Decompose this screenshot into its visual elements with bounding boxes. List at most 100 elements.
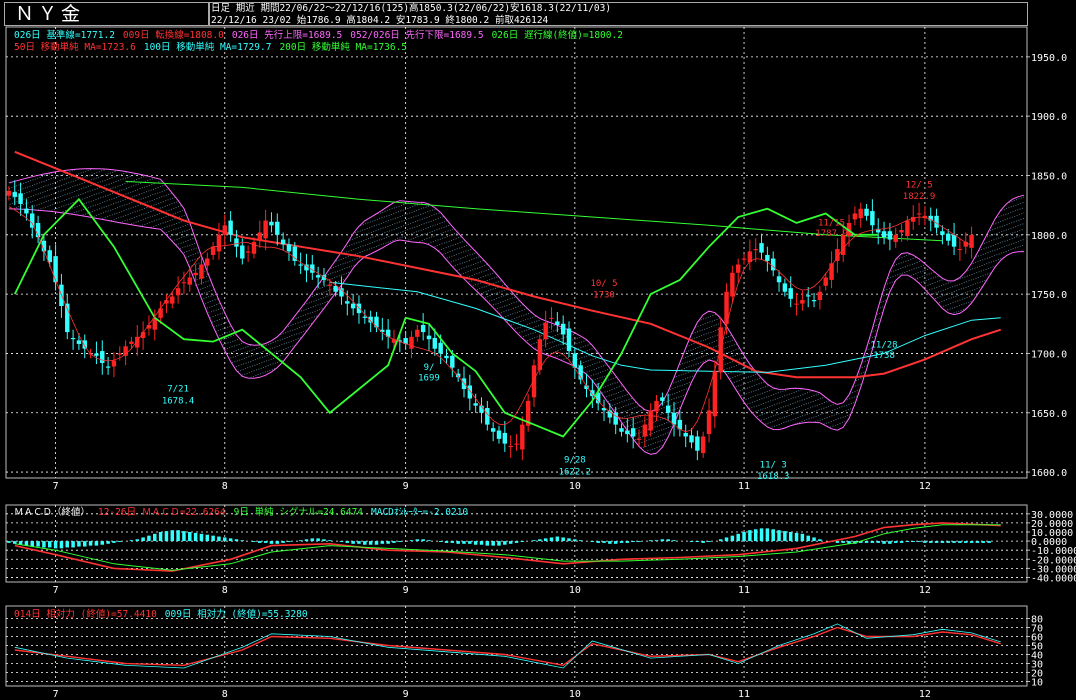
ichimoku-legend-item: 026日 基準線=1771.2 [14, 29, 115, 41]
candle-body [269, 221, 274, 226]
candle-body [800, 300, 805, 304]
candle-body [689, 435, 694, 443]
candle-body [625, 430, 630, 435]
candle-body [642, 424, 648, 437]
price-annotation: 7/21 [167, 384, 189, 394]
price-x-tick-label: 9 [403, 481, 409, 492]
candle-body [76, 340, 82, 344]
rsi-legend-item: 009日 相対力 (終値)=55.3280 [165, 608, 308, 620]
candle-body [712, 371, 718, 417]
candle-body [100, 351, 105, 363]
instrument-title: ＮＹ金 [15, 3, 85, 25]
candle-body [409, 336, 414, 349]
candle-body [490, 428, 496, 432]
candle-body [181, 282, 187, 284]
candle-body [805, 295, 811, 297]
price-y-tick-label: 1700.0 [1031, 349, 1067, 360]
candle-body [940, 231, 945, 235]
candle-body [718, 327, 723, 373]
candle-body [228, 220, 233, 235]
price-y-tick-label: 1950.0 [1031, 53, 1067, 64]
candle-body [415, 329, 420, 337]
macd-x-tick-label: 9 [403, 585, 409, 596]
candle-body [129, 341, 134, 344]
candle-body [817, 291, 823, 301]
price-annotation: 1622.2 [559, 467, 592, 477]
price-annotation: 1787.9 [815, 229, 848, 239]
candle-body [339, 288, 344, 297]
candle-body [438, 342, 443, 354]
macd-legend-item: ＭＡＣＤ（終値） [14, 506, 90, 518]
price-annotation: 1699 [418, 374, 440, 384]
candle-body [187, 277, 192, 285]
candle-body [700, 436, 706, 454]
candle-body [648, 410, 653, 431]
price-x-tick-label: 10 [569, 481, 581, 492]
price-y-tick-label: 1650.0 [1031, 409, 1067, 420]
price-x-tick-label: 7 [53, 481, 59, 492]
ma-legend: 50日 移動単純 MA=1723.6 100日 移動単純 MA=1729.7 200… [14, 41, 407, 53]
price-annotation: 1678.4 [162, 396, 195, 406]
candle-body [543, 322, 548, 340]
candle-body [776, 276, 782, 283]
price-y-tick-label: 1800.0 [1031, 231, 1067, 242]
candle-body [432, 338, 438, 349]
candle-body [94, 353, 99, 356]
rsi-line [14, 626, 1001, 667]
candle-body [496, 430, 502, 439]
candle-body [362, 316, 368, 318]
macd-line [14, 522, 1001, 572]
rsi-x-tick-label: 11 [738, 689, 750, 700]
candle-body [951, 234, 957, 247]
candle-body [753, 249, 758, 251]
price-y-tick-label: 1850.0 [1031, 171, 1067, 182]
candle-body [117, 353, 122, 355]
candle-body [53, 256, 58, 283]
candle-body [706, 410, 712, 435]
price-annotation: 1738 [873, 351, 895, 361]
candle-body [222, 225, 228, 235]
candle-body [566, 328, 572, 352]
candle-body [969, 234, 974, 248]
candle-body [193, 272, 198, 276]
rsi-x-tick-label: 8 [222, 689, 228, 700]
candle-body [12, 192, 17, 197]
candle-body [216, 234, 222, 252]
candle-body [426, 335, 432, 340]
candle-body [905, 220, 910, 236]
candle-body [70, 338, 76, 340]
candle-body [881, 231, 887, 238]
candle-body [280, 239, 286, 245]
price-y-tick-label: 1900.0 [1031, 112, 1067, 123]
ichimoku-legend-item: 009日 転換線=1808.0 [123, 29, 224, 41]
candle-body [811, 300, 817, 302]
candle-body [946, 233, 951, 241]
candle-body [770, 258, 776, 271]
candle-body [24, 208, 29, 214]
candle-body [111, 360, 117, 367]
macd-y-tick-label: -40.0000 [1031, 573, 1076, 584]
candle-body [590, 390, 595, 397]
price-y-tick-label: 1750.0 [1031, 290, 1067, 301]
candle-body [794, 303, 799, 305]
candle-body [765, 254, 770, 261]
candle-body [660, 397, 665, 401]
candle-body [520, 424, 525, 450]
candle-body [619, 428, 624, 432]
candle-body [735, 264, 741, 273]
macd-x-tick-label: 7 [53, 585, 59, 596]
ichimoku-legend-item: 026日 先行上限=1689.5 [232, 29, 342, 41]
candle-body [788, 288, 793, 299]
period-line: 日足 期近 期間22/06/22～22/12/16(125)高1850.3(22… [211, 3, 612, 14]
candle-body [683, 432, 688, 437]
macd-x-tick-label: 8 [222, 585, 228, 596]
ichimoku-legend: 026日 基準線=1771.2 009日 転換線=1808.0 026日 先行上限=… [14, 29, 623, 41]
rsi-x-tick-label: 10 [569, 689, 581, 700]
price-annotation: 9/ [424, 363, 435, 373]
ma-line [329, 281, 1001, 373]
macd-legend-item: MACDｵｼﾚｰﾀｰ=-2.0210 [371, 507, 468, 518]
macd-line [14, 524, 1001, 571]
candle-body [286, 244, 292, 252]
candle-body [170, 296, 175, 304]
price-x-tick-label: 12 [919, 481, 931, 492]
